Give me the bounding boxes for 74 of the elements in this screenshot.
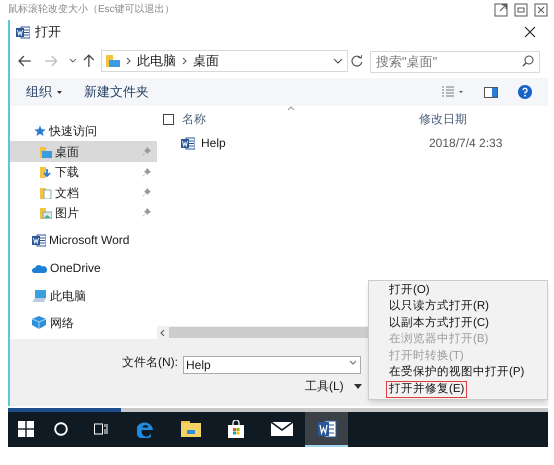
help-icon[interactable] — [518, 85, 532, 99]
chevron-down-icon — [349, 360, 357, 365]
close-icon[interactable] — [534, 3, 548, 17]
task-view-icon — [94, 422, 108, 436]
back-arrow-icon[interactable] — [18, 55, 32, 67]
view-list-icon[interactable] — [442, 86, 464, 98]
windows-logo-icon — [18, 420, 34, 436]
chevron-down-icon[interactable] — [333, 58, 344, 64]
sort-caret-icon — [287, 106, 295, 111]
file-name[interactable]: Help — [201, 134, 429, 152]
circle-icon — [54, 422, 68, 436]
star-icon — [34, 125, 46, 138]
breadcrumb[interactable]: 桌面 — [192, 51, 219, 71]
scroll-left-icon[interactable] — [160, 328, 165, 336]
window-title: 打开 — [35, 23, 61, 42]
folder-icon — [40, 146, 52, 158]
breadcrumb[interactable]: 此电脑 — [136, 51, 176, 71]
menu-item[interactable]: 以副本方式打开(C) — [386, 315, 492, 332]
refresh-icon[interactable] — [350, 54, 364, 68]
cloud-icon — [32, 262, 47, 273]
word-app-icon — [316, 420, 336, 438]
organize-menu-button[interactable]: 组织 — [26, 82, 62, 102]
sidebar-item[interactable]: 图片 — [10, 202, 157, 224]
sidebar-item[interactable]: 文档 — [10, 182, 157, 203]
browser-e-icon — [136, 420, 154, 438]
search-icon — [522, 55, 534, 67]
preview-pane-icon[interactable] — [484, 86, 498, 98]
file-name-field[interactable]: Help — [183, 356, 361, 374]
download-folder-icon — [40, 166, 52, 178]
pin-icon[interactable] — [142, 188, 151, 198]
sidebar-item[interactable]: 快速访问 — [10, 121, 157, 142]
computer-icon — [32, 290, 47, 303]
folder-icon — [106, 55, 120, 67]
close-icon[interactable] — [524, 26, 536, 38]
select-all-checkbox[interactable] — [163, 114, 174, 124]
popout-icon[interactable] — [494, 3, 508, 17]
folder-icon — [180, 420, 200, 436]
menu-item[interactable]: 在受保护的视图中打开(P) — [386, 364, 528, 381]
sidebar-item[interactable]: 桌面 — [10, 141, 157, 162]
shopping-bag-icon — [226, 420, 244, 438]
network-icon — [32, 316, 47, 330]
pin-icon[interactable] — [142, 208, 151, 218]
breadcrumb-chevron-icon — [126, 57, 131, 65]
sidebar-item[interactable]: 下载 — [10, 162, 157, 182]
envelope-icon — [270, 422, 292, 436]
pin-icon[interactable] — [142, 168, 151, 177]
dropdown-caret-icon — [354, 384, 362, 388]
tools-menu-button[interactable]: 工具(L) — [305, 377, 362, 395]
address-bar[interactable]: 此电脑 桌面 — [100, 50, 348, 72]
word-app-icon — [16, 26, 30, 38]
sidebar-item[interactable]: Microsoft Word — [10, 230, 157, 251]
pictures-folder-icon — [40, 206, 52, 219]
menu-item[interactable]: 以只读方式打开(R) — [386, 298, 492, 315]
sidebar-item[interactable]: 此电脑 — [10, 286, 157, 306]
column-header[interactable]: 名称 — [182, 110, 419, 128]
dropdown-caret-icon — [57, 90, 62, 94]
taskbar-button[interactable] — [305, 412, 348, 447]
documents-folder-icon — [40, 186, 52, 199]
hint-text: 鼠标滚轮改变大小（Esc键可以退出） — [8, 5, 175, 15]
menu-item[interactable]: 打开并修复(E) — [386, 381, 468, 398]
modified-date: 2018/7/4 2:33 — [429, 135, 502, 152]
menu-item[interactable]: 打开(O) — [386, 282, 433, 298]
sidebar-item[interactable]: OneDrive — [10, 258, 157, 278]
sidebar-item[interactable]: 网络 — [10, 312, 157, 333]
word-document-icon — [181, 136, 195, 150]
column-header[interactable]: 修改日期 — [419, 110, 467, 128]
new-folder-button[interactable]: 新建文件夹 — [84, 82, 149, 102]
up-arrow-icon[interactable] — [83, 54, 95, 68]
word-app-icon — [32, 234, 46, 247]
file-name-label: 文件名(N): — [122, 354, 178, 371]
search-field[interactable]: 搜索"桌面" — [370, 50, 540, 72]
breadcrumb-chevron-icon — [182, 57, 187, 65]
restore-icon[interactable] — [514, 3, 528, 17]
chevron-down-icon[interactable] — [69, 58, 78, 64]
